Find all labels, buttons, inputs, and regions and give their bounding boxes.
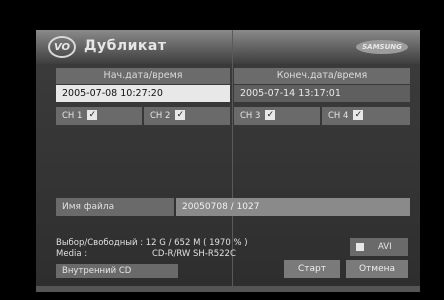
start-button[interactable]: Старт [284,260,340,278]
internal-cd-selector[interactable]: Внутренний CD [56,264,178,278]
checkbox-checked-icon: ✓ [87,109,98,120]
filename-label: Имя файла [56,198,174,216]
channel-4-checkbox[interactable]: CH 4 ✓ [322,107,410,125]
space-info: Выбор/Свободный : 12 G / 652 M ( 1970 % … [56,238,248,248]
channel-1-checkbox[interactable]: CH 1 ✓ [56,107,142,125]
media-label: Media : [56,249,88,259]
cancel-button[interactable]: Отмена [346,260,408,278]
checkbox-icon [356,243,364,251]
brand-logo: SAMSUNG [356,40,408,54]
bottom-strip [36,286,420,292]
avi-label: AVI [378,242,392,252]
checkbox-checked-icon: ✓ [353,109,364,120]
channel-4-label: CH 4 [328,111,349,121]
end-datetime-field[interactable]: 2005-07-14 13:17:01 [234,85,410,102]
channel-2-checkbox[interactable]: CH 2 ✓ [144,107,230,125]
media-value: CD-R/RW SH-R522C [152,249,236,259]
dialog-title: Дубликат [84,38,167,54]
avi-checkbox[interactable]: AVI [350,238,408,256]
media-info: Media : CD-R/RW SH-R522C [56,249,236,259]
start-datetime-field[interactable]: 2005-07-08 10:27:20 [56,85,230,102]
end-datetime-header: Конеч.дата/время [234,68,410,84]
logo-text: VO [53,41,71,53]
channel-3-checkbox[interactable]: CH 3 ✓ [234,107,320,125]
screen: VO Дубликат SAMSUNG Нач.дата/время Конеч… [0,0,444,300]
channel-1-label: CH 1 [62,111,83,121]
channel-3-label: CH 3 [240,111,261,121]
checkbox-checked-icon: ✓ [265,109,276,120]
vo-logo-icon: VO [48,36,76,58]
filename-field[interactable]: 20050708 / 1027 [176,198,410,216]
start-datetime-header: Нач.дата/время [56,68,230,84]
channel-2-label: CH 2 [150,111,171,121]
checkbox-checked-icon: ✓ [175,109,186,120]
